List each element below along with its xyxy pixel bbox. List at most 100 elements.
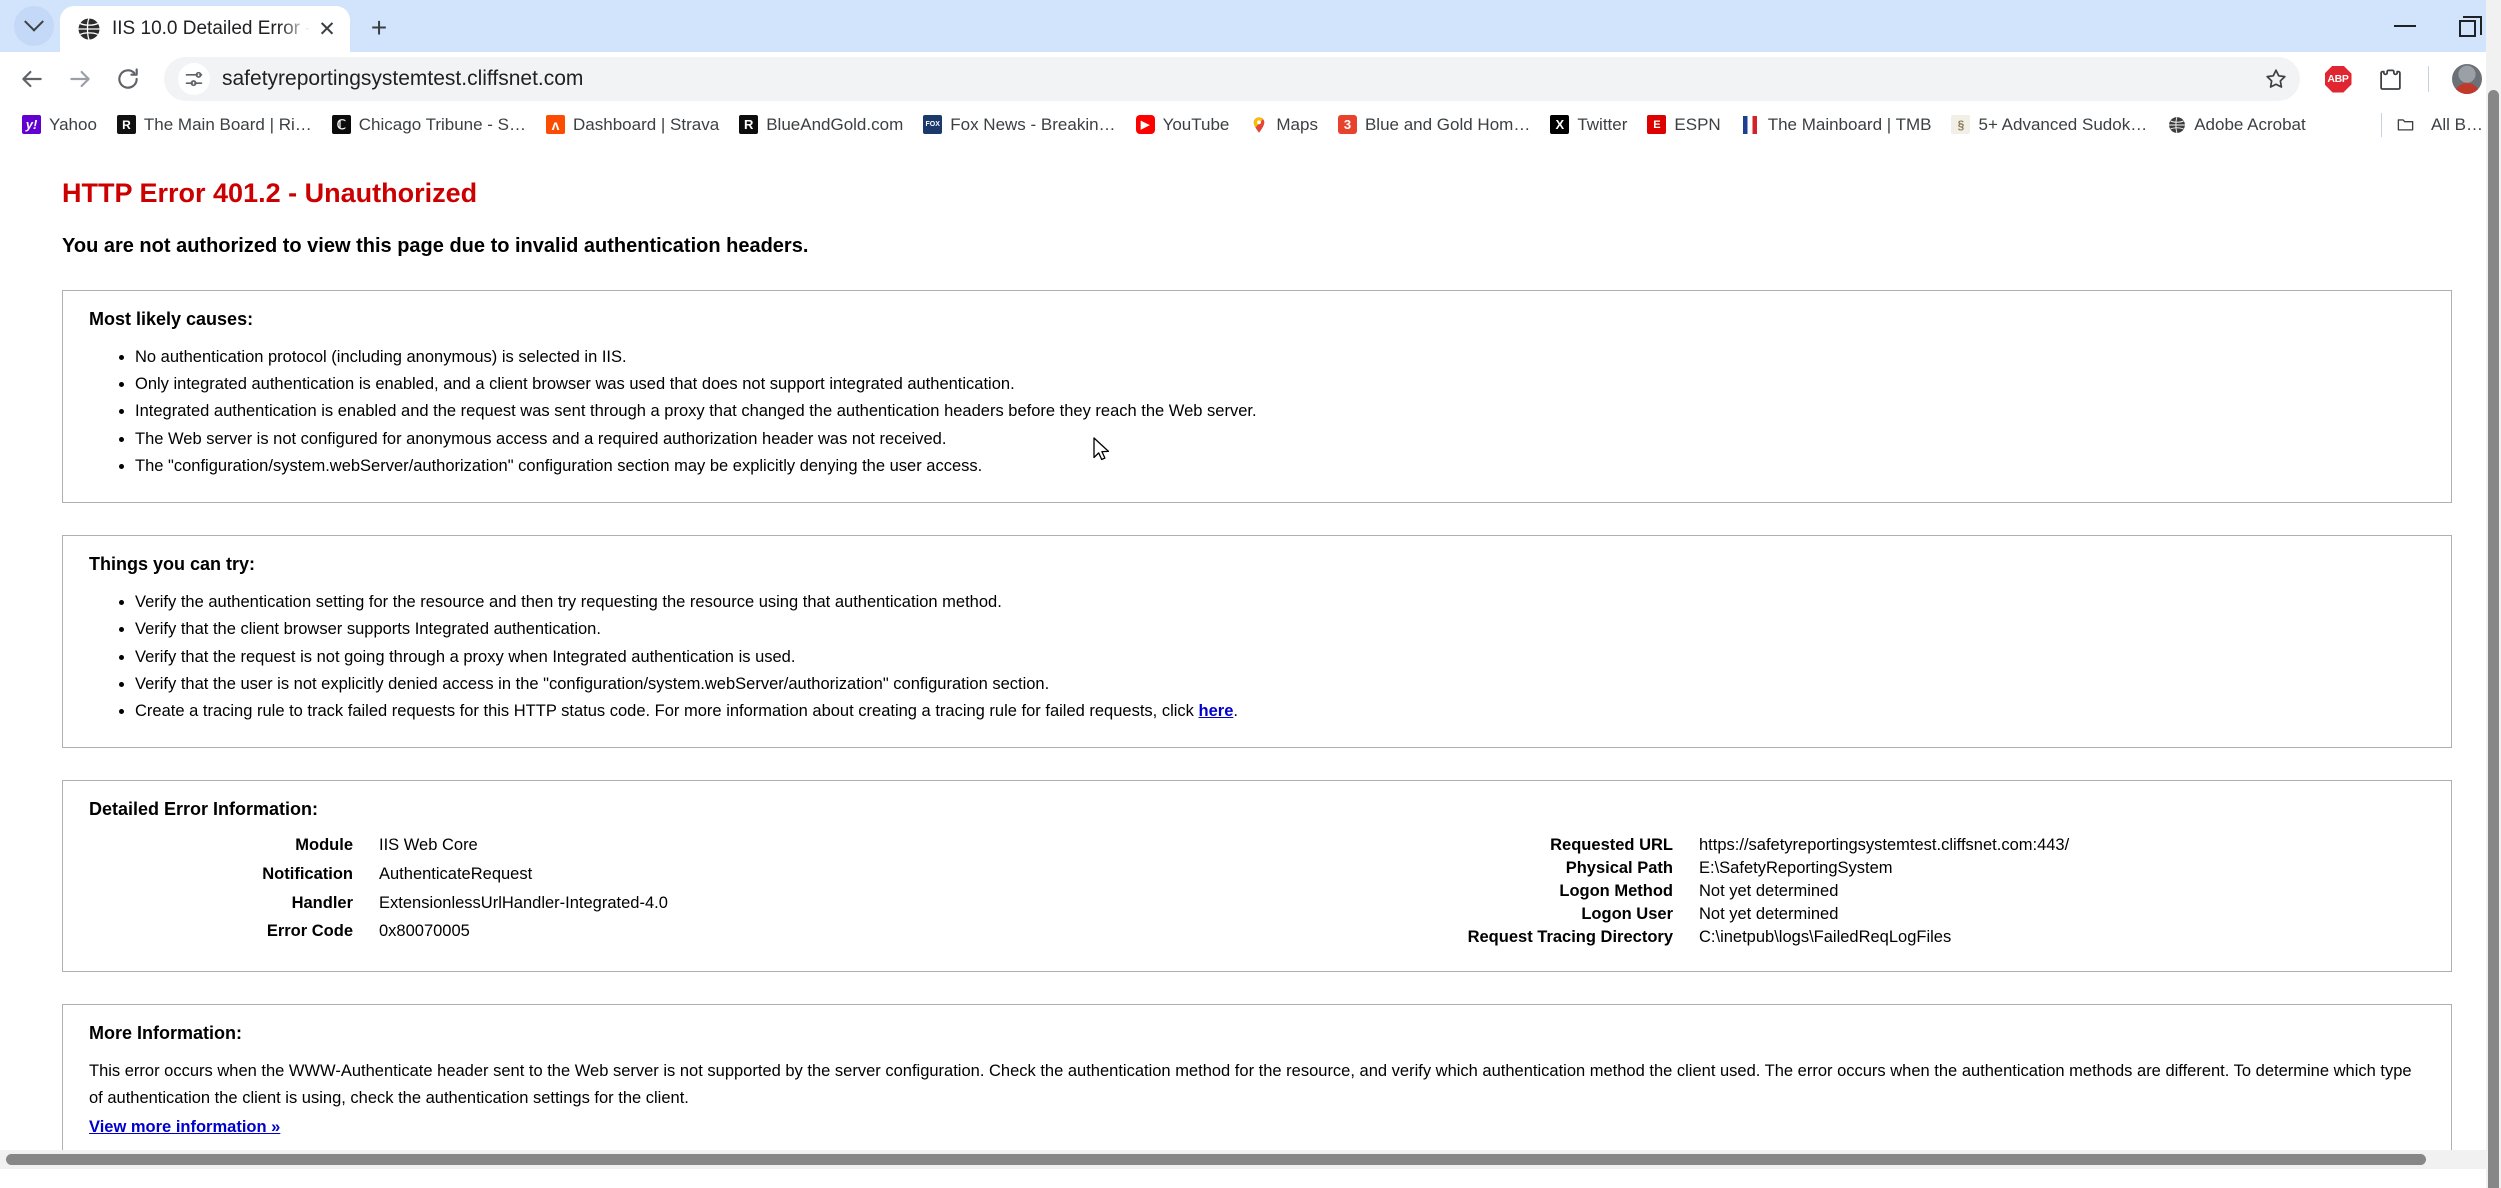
row-key: Request Tracing Directory: [1219, 926, 1699, 949]
bookmark-yahoo[interactable]: y! Yahoo: [14, 110, 105, 140]
horizontal-scrollbar-thumb[interactable]: [6, 1154, 2426, 1165]
extensions-button[interactable]: [2366, 55, 2414, 103]
table-row: Notification AuthenticateRequest: [89, 863, 1219, 892]
list-item: Verify that the request is not going thr…: [135, 644, 2425, 671]
row-key: Logon Method: [1219, 880, 1699, 903]
rivals-3-icon: 3: [1338, 115, 1357, 134]
sudoku-icon: §: [1951, 115, 1970, 134]
bookmark-maps[interactable]: Maps: [1241, 110, 1326, 140]
strava-icon: ᴧ: [546, 115, 565, 134]
row-key: Logon User: [1219, 903, 1699, 926]
list-item: Verify that the client browser supports …: [135, 616, 2425, 643]
bookmark-adobe-acrobat[interactable]: Adobe Acrobat: [2159, 110, 2314, 140]
bookmark-blueandgold[interactable]: R BlueAndGold.com: [731, 110, 911, 140]
list-item: Only integrated authentication is enable…: [135, 371, 2425, 398]
bookmark-chicago-tribune[interactable]: ℂ Chicago Tribune - S…: [324, 110, 534, 140]
back-button[interactable]: [8, 55, 56, 103]
bookmark-label: YouTube: [1163, 115, 1230, 135]
tracing-rule-suffix: .: [1233, 702, 1238, 720]
new-tab-button[interactable]: +: [358, 7, 400, 49]
table-row: Error Code 0x80070005: [89, 920, 1219, 949]
table-row: Handler ExtensionlessUrlHandler-Integrat…: [89, 892, 1219, 921]
reload-button[interactable]: [104, 55, 152, 103]
bookmark-strava-dashboard[interactable]: ᴧ Dashboard | Strava: [538, 110, 727, 140]
profile-avatar-button[interactable]: [2443, 55, 2491, 103]
all-bookmarks-label: All B…: [2431, 115, 2483, 135]
close-icon[interactable]: ✕: [312, 14, 342, 44]
detailed-error-information-section: Detailed Error Information: Module IIS W…: [62, 780, 2452, 972]
window-controls: [2373, 0, 2501, 52]
vertical-scrollbar-thumb[interactable]: [2488, 90, 2499, 1188]
mainboard-icon: [1741, 115, 1760, 134]
bookmark-label: The Main Board | Ri…: [144, 115, 312, 135]
page-title: HTTP Error 401.2 - Unauthorized: [62, 178, 2452, 209]
bookmark-label: 5+ Advanced Sudok…: [1978, 115, 2147, 135]
table-row: Logon User Not yet determined: [1219, 903, 2425, 926]
row-value: E:\SafetyReportingSystem: [1699, 857, 2425, 880]
bookmark-youtube[interactable]: ▶ YouTube: [1128, 110, 1238, 140]
tab-title: IIS 10.0 Detailed Error - 401.2 - Unauth…: [112, 18, 312, 40]
row-value: ExtensionlessUrlHandler-Integrated-4.0: [379, 892, 1219, 921]
minimize-icon: [2394, 25, 2416, 27]
list-item: Integrated authentication is enabled and…: [135, 398, 2425, 425]
row-key: Physical Path: [1219, 857, 1699, 880]
row-value: Not yet determined: [1699, 903, 2425, 926]
forward-button[interactable]: [56, 55, 104, 103]
restore-icon: [2459, 20, 2476, 37]
bookmark-label: Twitter: [1577, 115, 1627, 135]
table-row: Module IIS Web Core: [89, 834, 1219, 863]
toolbar-right-group: ABP: [2314, 55, 2491, 103]
bookmarks-divider: [2381, 113, 2382, 137]
bookmark-label: Fox News - Breakin…: [950, 115, 1115, 135]
browser-toolbar: safetyreportingsystemtest.cliffsnet.com …: [0, 52, 2501, 106]
site-settings-icon[interactable]: [178, 63, 210, 95]
tab-strip: IIS 10.0 Detailed Error - 401.2 - Unauth…: [0, 0, 2501, 52]
adblock-plus-extension-button[interactable]: ABP: [2314, 55, 2362, 103]
adobe-acrobat-icon: [2167, 115, 2186, 134]
detailed-right-column: Requested URL https://safetyreportingsys…: [1219, 834, 2425, 949]
row-key: Requested URL: [1219, 834, 1699, 857]
row-value: AuthenticateRequest: [379, 863, 1219, 892]
section-heading: Things you can try:: [89, 554, 2425, 575]
tab-search-button[interactable]: [14, 6, 54, 46]
bookmark-label: ESPN: [1674, 115, 1720, 135]
adblock-plus-icon: ABP: [2325, 66, 2352, 93]
horizontal-scrollbar[interactable]: [0, 1150, 2486, 1169]
detailed-left-column: Module IIS Web Core Notification Authent…: [89, 834, 1219, 949]
more-information-section: More Information: This error occurs when…: [62, 1004, 2452, 1169]
bookmark-advanced-sudoku[interactable]: § 5+ Advanced Sudok…: [1943, 110, 2155, 140]
bookmark-label: Yahoo: [49, 115, 97, 135]
address-bar[interactable]: safetyreportingsystemtest.cliffsnet.com: [164, 57, 2298, 101]
page-viewport: HTTP Error 401.2 - Unauthorized You are …: [0, 144, 2486, 1169]
row-key: Module: [89, 834, 379, 863]
bookmark-label: Maps: [1276, 115, 1318, 135]
url-text[interactable]: safetyreportingsystemtest.cliffsnet.com: [222, 67, 2282, 91]
bookmark-label: Blue and Gold Hom…: [1365, 115, 1530, 135]
things-you-can-try-section: Things you can try: Verify the authentic…: [62, 535, 2452, 748]
bookmark-label: Chicago Tribune - S…: [359, 115, 526, 135]
bookmark-label: Adobe Acrobat: [2194, 115, 2306, 135]
list-item-tracing-rule: Create a tracing rule to track failed re…: [135, 698, 2425, 725]
vertical-scrollbar[interactable]: [2486, 0, 2501, 1188]
bookmark-the-mainboard[interactable]: The Mainboard | TMB: [1733, 110, 1940, 140]
view-more-information-link[interactable]: View more information »: [89, 1118, 280, 1137]
bookmark-label: BlueAndGold.com: [766, 115, 903, 135]
bookmark-star-button[interactable]: [2252, 57, 2300, 101]
minimize-button[interactable]: [2373, 0, 2437, 52]
bookmark-fox-news[interactable]: FOX Fox News - Breakin…: [915, 110, 1123, 140]
toolbar-divider: [2428, 66, 2429, 92]
all-bookmarks-button[interactable]: All B…: [2373, 110, 2491, 140]
here-link[interactable]: here: [1199, 702, 1234, 720]
blueandgold-icon: R: [739, 115, 758, 134]
most-likely-causes-section: Most likely causes: No authentication pr…: [62, 290, 2452, 503]
browser-window: IIS 10.0 Detailed Error - 401.2 - Unauth…: [0, 0, 2501, 1188]
list-item: Verify the authentication setting for th…: [135, 589, 2425, 616]
things-to-try-list: Verify the authentication setting for th…: [89, 589, 2425, 725]
bookmark-espn[interactable]: E ESPN: [1639, 110, 1728, 140]
row-key: Notification: [89, 863, 379, 892]
bookmark-blue-and-gold-home[interactable]: 3 Blue and Gold Hom…: [1330, 110, 1538, 140]
bookmark-the-main-board[interactable]: R The Main Board | Ri…: [109, 110, 320, 140]
bookmark-label: Dashboard | Strava: [573, 115, 719, 135]
browser-tab[interactable]: IIS 10.0 Detailed Error - 401.2 - Unauth…: [60, 6, 350, 52]
bookmark-twitter[interactable]: X Twitter: [1542, 110, 1635, 140]
